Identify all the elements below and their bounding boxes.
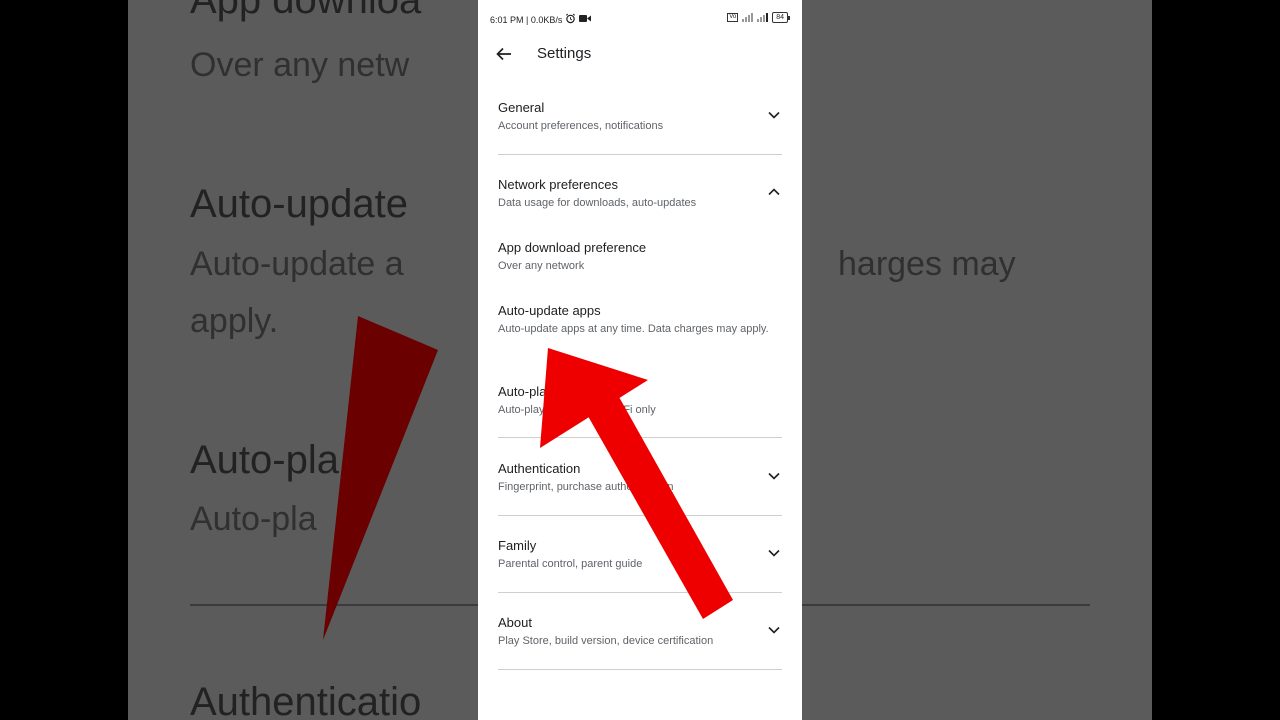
status-left: 6:01 PM | 0.0KB/s: [490, 13, 592, 26]
section-title: About: [498, 615, 532, 630]
status-right: Vo 84: [727, 12, 790, 23]
divider: [498, 437, 782, 438]
section-title: Family: [498, 538, 537, 553]
section-subtitle: Account preferences, notifications: [498, 120, 664, 132]
section-title: General: [498, 100, 545, 115]
app-bar: Settings: [478, 38, 802, 70]
divider: [498, 669, 782, 670]
setting-title: Auto-play videos: [498, 384, 595, 399]
setting-title: Auto-update apps: [498, 303, 601, 318]
page-title: Settings: [537, 45, 592, 62]
section-subtitle: Fingerprint, purchase authentication: [498, 481, 674, 493]
section-title: Network preferences: [498, 177, 618, 192]
section-subtitle: Data usage for downloads, auto-updates: [498, 197, 697, 209]
setting-app-download-preference[interactable]: App download preference Over any network: [498, 239, 788, 275]
chevron-down-icon[interactable]: [766, 545, 782, 561]
divider: [498, 154, 782, 155]
setting-auto-play-videos[interactable]: Auto-play videos Auto-play videos over W…: [498, 383, 788, 419]
section-network-preferences[interactable]: Network preferences Data usage for downl…: [498, 176, 788, 212]
back-arrow-icon[interactable]: [492, 42, 516, 66]
section-about[interactable]: About Play Store, build version, device …: [498, 614, 788, 650]
setting-subtitle: Over any network: [498, 260, 585, 272]
chevron-down-icon[interactable]: [766, 107, 782, 123]
section-authentication[interactable]: Authentication Fingerprint, purchase aut…: [498, 460, 788, 496]
divider: [498, 515, 782, 516]
status-time: 6:01 PM | 0.0KB/s: [490, 14, 563, 25]
section-family[interactable]: Family Parental control, parent guide: [498, 537, 788, 573]
setting-subtitle: Auto-play videos over Wi-Fi only: [498, 404, 656, 416]
section-general[interactable]: General Account preferences, notificatio…: [498, 99, 788, 135]
setting-title: App download preference: [498, 240, 647, 255]
chevron-down-icon[interactable]: [766, 468, 782, 484]
chevron-down-icon[interactable]: [766, 622, 782, 638]
section-subtitle: Play Store, build version, device certif…: [498, 635, 714, 647]
volte-icon: Vo: [727, 13, 739, 22]
battery-icon: 84: [772, 12, 790, 23]
signal-icon: [742, 13, 754, 22]
divider: [498, 592, 782, 593]
setting-auto-update-apps[interactable]: Auto-update apps Auto-update apps at any…: [498, 302, 788, 338]
section-subtitle: Parental control, parent guide: [498, 558, 643, 570]
phone-screen: 6:01 PM | 0.0KB/s Vo 84 Settings General…: [478, 0, 802, 720]
status-bar: 6:01 PM | 0.0KB/s Vo 84: [478, 0, 802, 38]
chevron-up-icon[interactable]: [766, 184, 782, 200]
section-title: Authentication: [498, 461, 581, 476]
signal-icon: [757, 13, 769, 22]
video-frame: App downloa Over any netw Auto-update Au…: [0, 0, 1280, 720]
alarm-icon: [565, 13, 576, 26]
setting-subtitle: Auto-update apps at any time. Data charg…: [498, 323, 769, 335]
video-camera-icon: [579, 14, 592, 25]
